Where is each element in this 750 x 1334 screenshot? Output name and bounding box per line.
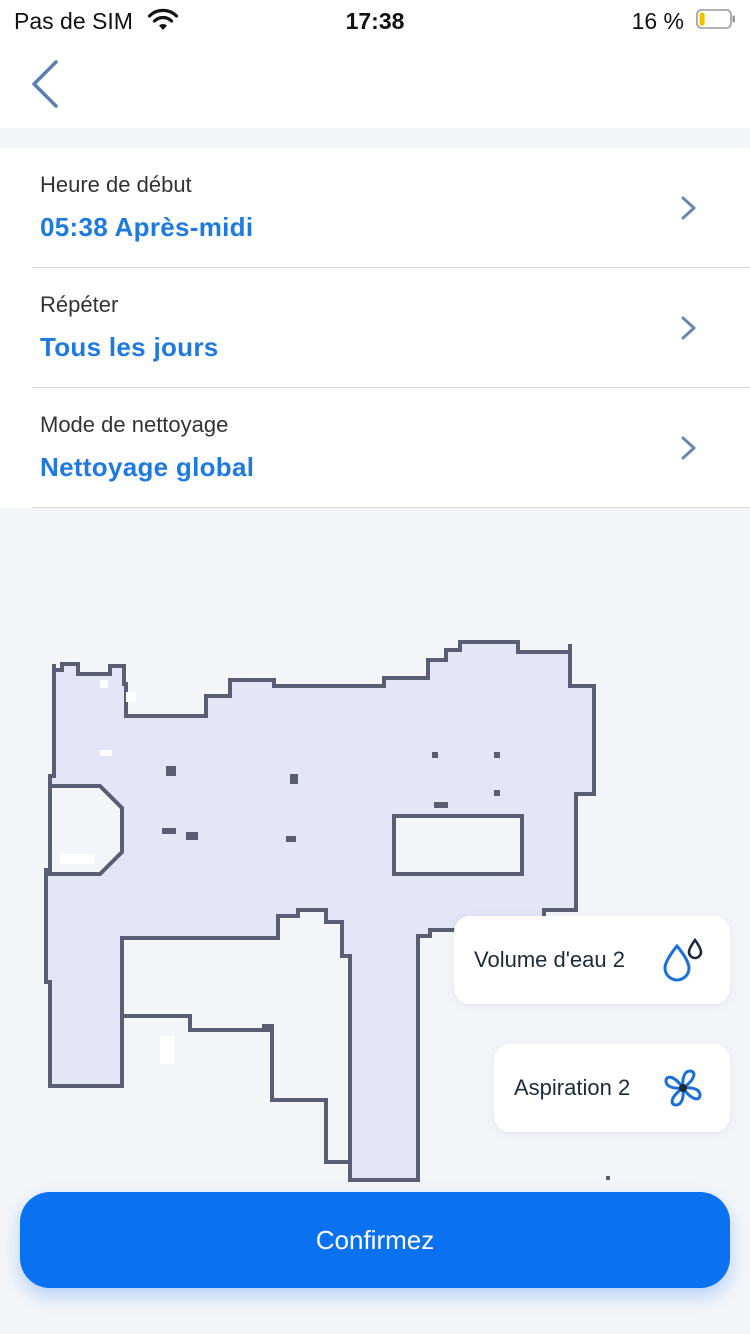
start-time-value: 05:38 Après-midi: [40, 212, 254, 242]
divider: [32, 507, 750, 508]
map-unexplored: [160, 1036, 174, 1064]
repeat-value: Tous les jours: [40, 332, 219, 362]
navigation-bar: [0, 44, 750, 128]
suction-power-label: Aspiration 2: [514, 1075, 631, 1100]
map-debris: [606, 1176, 610, 1180]
map-debris: [186, 832, 198, 840]
suction-power-chip[interactable]: Aspiration 2: [494, 1044, 730, 1132]
map-debris: [434, 802, 448, 808]
chevron-right-icon: [681, 316, 696, 340]
start-time-row[interactable]: Heure de début 05:38 Après-midi: [0, 148, 750, 268]
chevron-left-icon[interactable]: [28, 58, 64, 110]
battery-percentage: 16 %: [631, 8, 684, 34]
map-obstacle: [392, 814, 524, 876]
water-drop-icon: [663, 938, 703, 982]
cleaning-mode-label: Mode de nettoyage: [40, 412, 229, 437]
map-debris: [286, 836, 296, 842]
confirm-button[interactable]: Confirmez: [20, 1192, 730, 1288]
cleaning-mode-row[interactable]: Mode de nettoyage Nettoyage global: [0, 388, 750, 508]
map-obstacle: [120, 908, 352, 1164]
map-debris: [262, 1024, 274, 1032]
map-unexplored: [100, 750, 112, 756]
map-debris: [290, 774, 298, 784]
chevron-right-icon: [681, 196, 696, 220]
map-debris: [494, 752, 500, 758]
map-debris: [166, 766, 176, 776]
map-debris: [162, 828, 176, 834]
repeat-row[interactable]: Répéter Tous les jours: [0, 268, 750, 388]
start-time-label: Heure de début: [40, 172, 192, 197]
map-unexplored: [126, 692, 136, 702]
map-debris: [432, 752, 438, 758]
map-unexplored: [100, 680, 108, 688]
battery-icon: [696, 9, 735, 29]
chevron-right-icon: [681, 436, 696, 460]
schedule-settings-list: Heure de début 05:38 Après-midi Répéter …: [0, 148, 750, 508]
map-unexplored: [60, 854, 94, 864]
fan-icon: [664, 1069, 702, 1107]
cleaning-mode-value: Nettoyage global: [40, 452, 255, 482]
water-volume-chip[interactable]: Volume d'eau 2: [454, 916, 730, 1004]
water-volume-label: Volume d'eau 2: [474, 947, 625, 972]
repeat-label: Répéter: [40, 292, 119, 317]
status-bar: Pas de SIM 17:38 16 %: [0, 0, 750, 44]
map-debris: [494, 790, 500, 796]
